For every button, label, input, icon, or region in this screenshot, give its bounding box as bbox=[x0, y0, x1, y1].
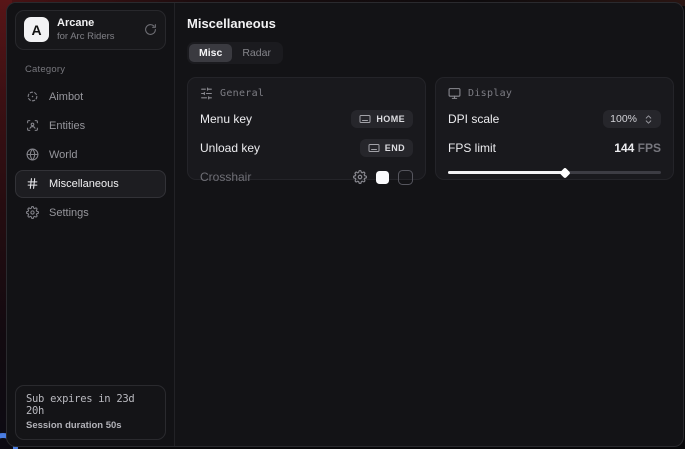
menu-key-label: Menu key bbox=[200, 112, 252, 126]
sidebar-item-label: World bbox=[49, 149, 78, 161]
fps-slider-fill bbox=[448, 171, 565, 174]
dpi-scale-row: DPI scale 100% bbox=[448, 109, 661, 129]
sidebar-item-entities[interactable]: Entities bbox=[15, 112, 166, 140]
brand-text: Arcane for Arc Riders bbox=[57, 17, 136, 43]
app-window: A Arcane for Arc Riders Category Aimbot … bbox=[6, 2, 684, 447]
page-title: Miscellaneous bbox=[187, 16, 674, 31]
display-panel-header: Display bbox=[448, 87, 661, 100]
general-panel-header: General bbox=[200, 87, 413, 100]
sidebar-item-label: Entities bbox=[49, 120, 85, 132]
sidebar-item-miscellaneous[interactable]: Miscellaneous bbox=[15, 170, 166, 198]
monitor-icon bbox=[448, 87, 461, 100]
menu-key-row: Menu key HOME bbox=[200, 109, 413, 129]
unload-key-label: Unload key bbox=[200, 141, 260, 155]
globe-icon bbox=[26, 148, 39, 161]
panels-row: General Menu key HOME Unload key bbox=[187, 77, 674, 180]
crosshair-icon bbox=[26, 90, 39, 103]
chevrons-up-down-icon bbox=[643, 114, 654, 125]
sidebar-item-world[interactable]: World bbox=[15, 141, 166, 169]
dpi-scale-select[interactable]: 100% bbox=[603, 110, 661, 128]
crosshair-color-swatch[interactable] bbox=[376, 171, 389, 184]
unload-key-row: Unload key END bbox=[200, 138, 413, 158]
app-subtitle: for Arc Riders bbox=[57, 31, 136, 43]
keyboard-icon bbox=[359, 113, 371, 125]
display-panel: Display DPI scale 100% FPS limit 144 FPS bbox=[435, 77, 674, 180]
crosshair-checkbox[interactable] bbox=[398, 170, 413, 185]
refresh-icon[interactable] bbox=[144, 23, 157, 36]
fps-unit: FPS bbox=[634, 141, 661, 155]
session-duration-text: Session duration 50s bbox=[26, 420, 155, 431]
crosshair-row: Crosshair bbox=[200, 167, 413, 187]
crosshair-label: Crosshair bbox=[200, 170, 251, 184]
sidebar-item-label: Aimbot bbox=[49, 91, 83, 103]
sidebar-item-label: Miscellaneous bbox=[49, 178, 119, 190]
keyboard-icon bbox=[368, 142, 380, 154]
fps-limit-label: FPS limit bbox=[448, 141, 496, 155]
sidebar-item-settings[interactable]: Settings bbox=[15, 199, 166, 227]
brand-card: A Arcane for Arc Riders bbox=[15, 10, 166, 50]
dpi-scale-value: 100% bbox=[610, 113, 637, 125]
sidebar: A Arcane for Arc Riders Category Aimbot … bbox=[7, 3, 175, 446]
category-label: Category bbox=[25, 64, 166, 75]
general-panel-title: General bbox=[220, 88, 264, 99]
gear-icon bbox=[26, 206, 39, 219]
general-panel: General Menu key HOME Unload key bbox=[187, 77, 426, 180]
hash-icon bbox=[26, 177, 39, 190]
crosshair-controls bbox=[353, 170, 413, 185]
display-panel-title: Display bbox=[468, 88, 512, 99]
dpi-scale-label: DPI scale bbox=[448, 112, 499, 126]
fps-limit-slider[interactable] bbox=[448, 168, 661, 177]
app-title: Arcane bbox=[57, 17, 136, 31]
fps-slider-thumb[interactable] bbox=[559, 167, 570, 178]
unload-key-value: END bbox=[385, 143, 405, 153]
scan-person-icon bbox=[26, 119, 39, 132]
sidebar-item-aimbot[interactable]: Aimbot bbox=[15, 83, 166, 111]
fps-limit-row: FPS limit 144 FPS bbox=[448, 138, 661, 158]
menu-key-button[interactable]: HOME bbox=[351, 110, 413, 128]
menu-key-value: HOME bbox=[376, 114, 405, 124]
main-content: Miscellaneous Misc Radar General Menu ke… bbox=[175, 3, 684, 446]
tab-radar[interactable]: Radar bbox=[232, 44, 281, 62]
sidebar-item-label: Settings bbox=[49, 207, 89, 219]
sliders-icon bbox=[200, 87, 213, 100]
subscription-card: Sub expires in 23d 20h Session duration … bbox=[15, 385, 166, 440]
tab-bar: Misc Radar bbox=[187, 42, 283, 64]
fps-limit-value: 144 FPS bbox=[614, 141, 661, 155]
crosshair-settings-gear-icon[interactable] bbox=[353, 170, 367, 184]
unload-key-button[interactable]: END bbox=[360, 139, 413, 157]
tab-misc[interactable]: Misc bbox=[189, 44, 232, 62]
app-logo: A bbox=[24, 17, 49, 42]
sub-expires-text: Sub expires in 23d 20h bbox=[26, 393, 155, 417]
